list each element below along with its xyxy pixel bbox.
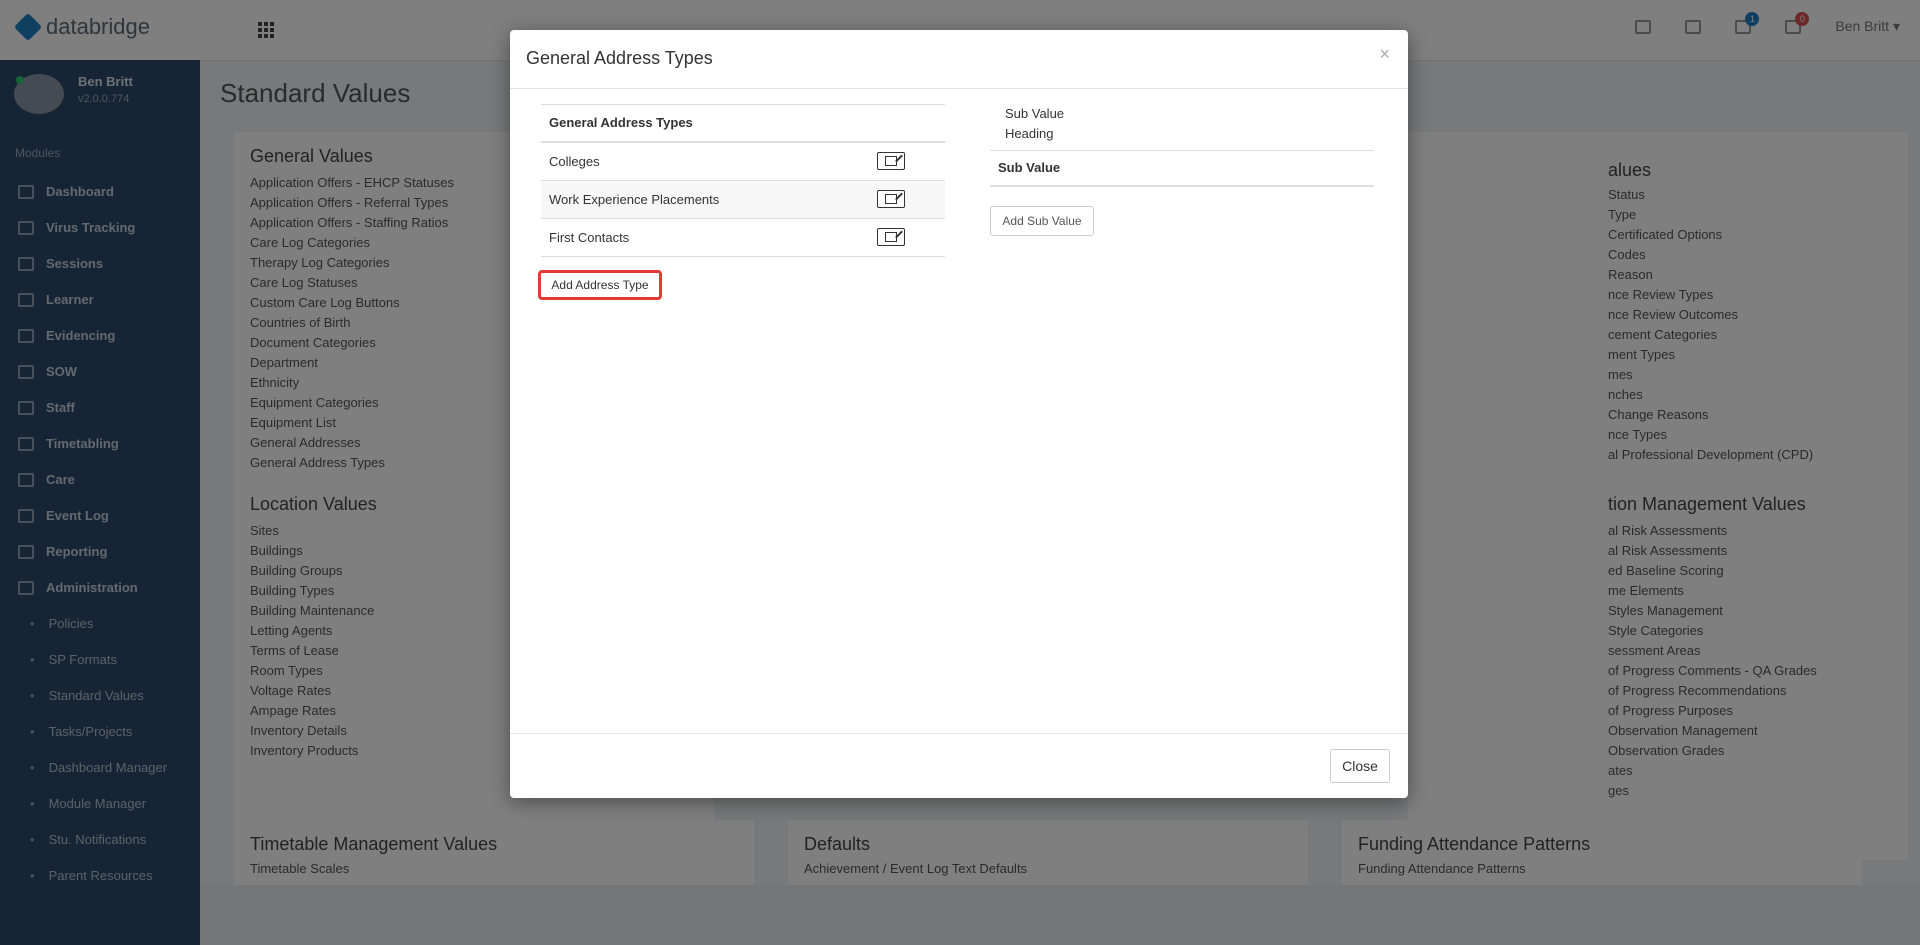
edit-button[interactable] [877, 190, 905, 208]
sub-value-heading-line2: Heading [1005, 126, 1054, 141]
modal-title: General Address Types [526, 48, 713, 68]
add-address-type-button[interactable]: Add Address Type [538, 270, 662, 300]
sub-value-section: Sub Value Heading Sub Value [990, 104, 1374, 187]
address-type-name: Work Experience Placements [549, 192, 720, 207]
address-types-table: General Address Types Colleges Work Expe… [541, 104, 945, 257]
address-type-name: First Contacts [549, 230, 630, 245]
modal-header: General Address Types × [510, 30, 1408, 89]
sub-value-table-header: Sub Value [990, 150, 1374, 187]
table-row: First Contacts [541, 219, 945, 257]
address-type-name: Colleges [549, 154, 600, 169]
edit-icon [885, 194, 897, 204]
table-row: Colleges [541, 143, 945, 181]
close-button[interactable]: Close [1330, 749, 1390, 783]
close-icon[interactable]: × [1379, 44, 1390, 65]
address-types-table-header: General Address Types [541, 105, 945, 143]
edit-button[interactable] [877, 228, 905, 246]
general-address-types-modal: General Address Types × General Address … [510, 30, 1408, 798]
edit-button[interactable] [877, 152, 905, 170]
table-row: Work Experience Placements [541, 181, 945, 219]
sub-value-heading-line1: Sub Value [1005, 106, 1065, 121]
add-sub-value-button[interactable]: Add Sub Value [990, 206, 1094, 236]
edit-icon [885, 232, 897, 242]
edit-icon [885, 156, 897, 166]
modal-footer: Close [510, 733, 1408, 799]
